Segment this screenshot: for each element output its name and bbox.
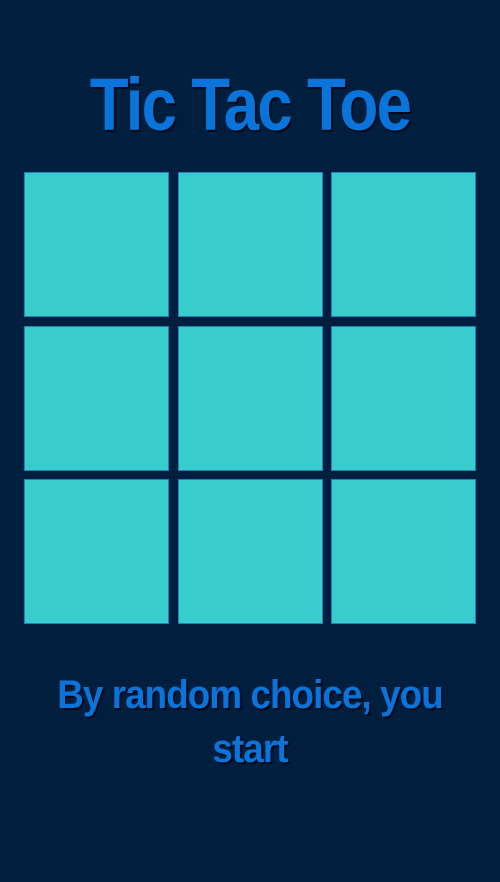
board-cell-9[interactable] [331, 479, 476, 624]
board-cell-8[interactable] [177, 479, 323, 624]
board-cell-2[interactable] [177, 172, 323, 317]
board-cell-5[interactable] [177, 325, 323, 471]
board-cell-7[interactable] [24, 479, 169, 624]
board-cell-3[interactable] [331, 172, 476, 317]
board-cell-6[interactable] [331, 325, 476, 471]
game-board [24, 172, 476, 624]
status-message: By random choice, you start [57, 673, 444, 771]
board-cell-4[interactable] [24, 325, 169, 471]
game-title: Tic Tac Toe [89, 63, 412, 146]
board-cell-1[interactable] [24, 172, 169, 317]
